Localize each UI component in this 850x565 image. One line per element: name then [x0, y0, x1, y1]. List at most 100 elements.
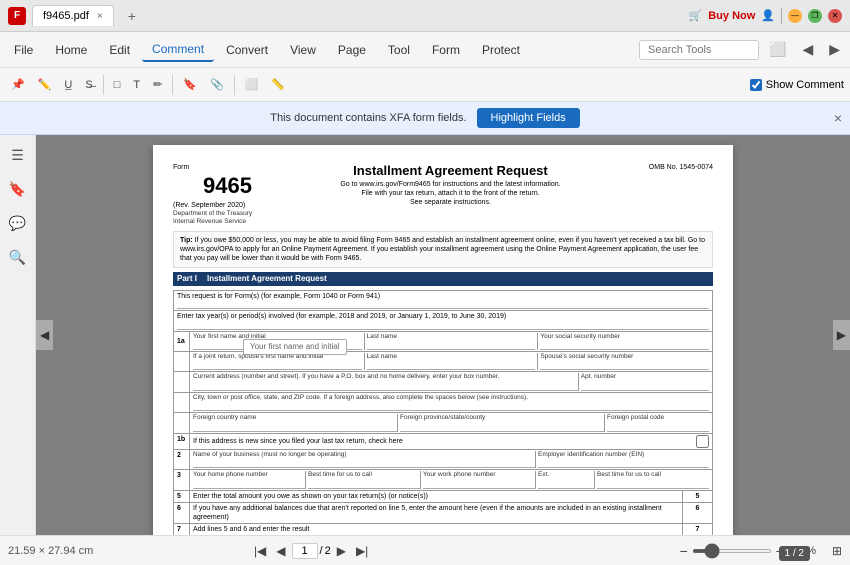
ssn-input[interactable] — [540, 341, 709, 350]
restore-button[interactable]: ❐ — [808, 9, 822, 23]
first-name-input[interactable]: Your first name and initial — [193, 341, 362, 350]
last-name-input[interactable] — [367, 341, 536, 350]
spouse-ssn-input[interactable] — [540, 361, 709, 370]
spouse-first-input[interactable] — [193, 361, 362, 370]
form-instructions-input[interactable] — [177, 301, 709, 309]
menu-protect[interactable]: Protect — [472, 39, 530, 61]
close-button[interactable]: ✕ — [828, 9, 842, 23]
row-3-label: 3 — [174, 470, 190, 490]
row-1b: 1b If this address is new since you file… — [174, 433, 713, 449]
next-page-button[interactable]: ▶ — [333, 542, 350, 560]
spouse-ssn-label: Spouse's social security number — [540, 353, 709, 361]
home-phone-input[interactable] — [193, 480, 305, 489]
new-tab-button[interactable]: + — [120, 4, 144, 28]
foreign-province-input[interactable] — [400, 423, 604, 432]
city-label: City, town or post office, state, and ZI… — [193, 394, 709, 402]
next-page-arrow[interactable]: ▶ — [833, 320, 850, 350]
work-phone-input[interactable] — [423, 480, 535, 489]
show-comment-label[interactable]: Show Comment — [750, 79, 844, 91]
home-phone-label: Your home phone number — [193, 471, 305, 479]
bookmark-panel-icon[interactable]: 🔖 — [6, 177, 30, 201]
tab-close-button[interactable]: × — [97, 11, 103, 22]
zoom-out-button[interactable]: − — [680, 543, 688, 559]
search-tools-input[interactable] — [639, 40, 759, 60]
main-area: ☰ 🔖 💬 🔍 ◀ ▶ Form 9465 (Rev. September 20… — [0, 135, 850, 535]
minimize-button[interactable]: — — [788, 9, 802, 23]
strikethrough-btn[interactable]: S̶ — [80, 76, 97, 94]
stamp-btn[interactable]: 🔖 — [178, 75, 202, 94]
name-fields: Your first name and initial Your first n… — [193, 333, 709, 350]
file-tab[interactable]: f9465.pdf × — [32, 5, 114, 26]
menu-home[interactable]: Home — [45, 39, 97, 61]
first-page-button[interactable]: |◀ — [250, 542, 270, 560]
menu-file[interactable]: File — [4, 39, 43, 61]
tax-years-input[interactable] — [177, 322, 709, 330]
menu-bar-right: ⬜ ◀ ▶ — [639, 37, 846, 62]
highlight-btn[interactable]: ✏️ — [33, 75, 57, 94]
menu-bar: File Home Edit Comment Convert View Page… — [0, 32, 850, 68]
share-icon[interactable]: ⬜ — [763, 37, 792, 62]
business-name-input[interactable] — [193, 459, 535, 468]
row-2-label: 2 — [174, 449, 190, 469]
zoom-slider[interactable] — [692, 549, 772, 553]
row-5-num: 5 — [683, 490, 713, 502]
menu-form[interactable]: Form — [422, 39, 470, 61]
forward-icon[interactable]: ▶ — [823, 37, 846, 62]
instructions-row: This request is for Form(s) (for example… — [174, 291, 713, 311]
last-page-button[interactable]: ▶| — [352, 542, 372, 560]
menu-tool[interactable]: Tool — [378, 39, 420, 61]
foreign-province-label: Foreign province/state/county — [400, 414, 604, 422]
area-select-btn[interactable]: ⬜ — [240, 75, 264, 94]
buy-now-button[interactable]: Buy Now — [708, 10, 755, 22]
title-bar-right: 🛒 Buy Now 👤 — ❐ ✕ — [689, 8, 842, 24]
employer-id-input[interactable] — [538, 459, 709, 468]
zoom-controls: − + 100% ⊞ — [680, 543, 842, 559]
prev-page-arrow[interactable]: ◀ — [36, 320, 53, 350]
ext-input[interactable] — [538, 480, 594, 489]
spouse-last-input[interactable] — [367, 361, 536, 370]
business-fields: Name of your business (must no longer be… — [193, 451, 709, 468]
foreign-postal-input[interactable] — [607, 423, 709, 432]
underline-btn[interactable]: U̲ — [59, 76, 77, 94]
menu-edit[interactable]: Edit — [99, 39, 140, 61]
fit-page-button[interactable]: ⊞ — [832, 544, 842, 558]
measure-btn[interactable]: 📏 — [266, 75, 290, 94]
notification-message: This document contains XFA form fields. — [270, 112, 466, 124]
panel-toggle-icon[interactable]: ☰ — [6, 143, 30, 167]
show-comment-text: Show Comment — [766, 79, 844, 91]
back-icon[interactable]: ◀ — [796, 37, 819, 62]
foreign-country-input[interactable] — [193, 423, 397, 432]
form-title: Installment Agreement Request — [252, 163, 649, 180]
text-btn[interactable]: T — [128, 76, 145, 94]
menu-page[interactable]: Page — [328, 39, 376, 61]
page-number-input[interactable] — [292, 543, 318, 559]
city-input[interactable] — [193, 402, 709, 411]
attach-btn[interactable]: 📎 — [205, 75, 229, 94]
part-i-label: Part I — [177, 274, 197, 284]
cart-icon: 🛒 — [689, 9, 703, 22]
work-phone-label: Your work phone number — [423, 471, 535, 479]
menu-comment[interactable]: Comment — [142, 38, 214, 62]
address-new-checkbox[interactable] — [696, 435, 709, 448]
address-input[interactable] — [193, 382, 578, 391]
row-2-cell: Name of your business (must no longer be… — [190, 449, 713, 469]
notification-close-button[interactable]: × — [834, 110, 842, 126]
best-time-1-input[interactable] — [308, 480, 420, 489]
shapes-btn[interactable]: □ — [109, 76, 126, 94]
show-comment-checkbox[interactable] — [750, 79, 762, 91]
foreign-postal-label: Foreign postal code — [607, 414, 709, 422]
row-6-label: 6 — [174, 502, 190, 523]
sticky-note-btn[interactable]: 📌 — [6, 75, 30, 94]
menu-view[interactable]: View — [280, 39, 326, 61]
best-time-2-input[interactable] — [597, 480, 709, 489]
search-panel-icon[interactable]: 🔍 — [6, 245, 30, 269]
highlight-fields-button[interactable]: Highlight Fields — [477, 108, 580, 128]
city-row: City, town or post office, state, and ZI… — [174, 392, 713, 412]
comment-panel-icon[interactable]: 💬 — [6, 211, 30, 235]
row-5-text: Enter the total amount you owe as shown … — [190, 490, 683, 502]
prev-page-button[interactable]: ◀ — [272, 542, 289, 560]
form-instructions-cell: This request is for Form(s) (for example… — [174, 291, 713, 311]
draw-btn[interactable]: ✏ — [148, 75, 167, 94]
apt-input[interactable] — [581, 382, 709, 391]
menu-convert[interactable]: Convert — [216, 39, 278, 61]
